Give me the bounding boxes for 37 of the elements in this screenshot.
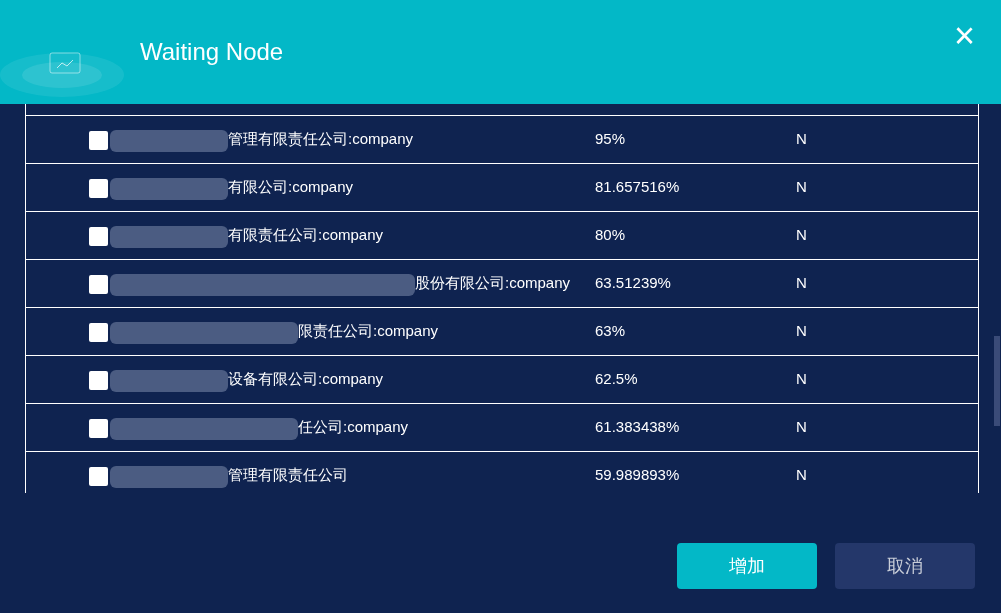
row-checkbox[interactable] <box>89 467 108 486</box>
company-name: 股份有限公司:company <box>89 271 579 296</box>
scrollbar-thumb[interactable] <box>994 336 1000 426</box>
row-checkbox[interactable] <box>89 227 108 246</box>
close-button[interactable]: × <box>953 18 975 54</box>
match-score: 63% <box>595 321 627 342</box>
flag-value: N <box>796 321 807 342</box>
flag-value: N <box>796 465 807 486</box>
match-score: 62.5% <box>595 369 639 390</box>
flag-value: N <box>796 225 807 246</box>
dialog-title: Waiting Node <box>140 37 284 67</box>
row-checkbox[interactable] <box>89 323 108 342</box>
row-checkbox[interactable] <box>89 275 108 294</box>
flag-value: N <box>796 273 807 294</box>
match-score: 80% <box>595 225 627 246</box>
add-button[interactable]: 增加 <box>677 543 817 589</box>
company-name: 任公司:company <box>89 415 579 440</box>
flag-value: N <box>796 177 807 198</box>
company-name: 管理有限责任公司 <box>89 463 579 488</box>
row-checkbox[interactable] <box>89 131 108 150</box>
company-name: 管理有限责任公司:company <box>89 127 579 152</box>
row-checkbox[interactable] <box>89 179 108 198</box>
row-checkbox[interactable] <box>89 419 108 438</box>
company-name: 限责任公司:company <box>89 319 579 344</box>
match-score: 61.383438% <box>595 417 681 438</box>
flag-value: N <box>796 129 807 150</box>
match-score: 95% <box>595 129 627 150</box>
company-name: 有限公司:company <box>89 175 579 200</box>
company-name: 有限责任公司:company <box>89 223 579 248</box>
flag-value: N <box>796 369 807 390</box>
company-name: 设备有限公司:company <box>89 367 579 392</box>
row-checkbox[interactable] <box>89 371 108 390</box>
match-score: 59.989893% <box>595 465 681 486</box>
cancel-button[interactable]: 取消 <box>835 543 975 589</box>
match-score: 63.51239% <box>595 273 672 294</box>
match-score: 81.657516% <box>595 177 681 198</box>
flag-value: N <box>796 417 807 438</box>
